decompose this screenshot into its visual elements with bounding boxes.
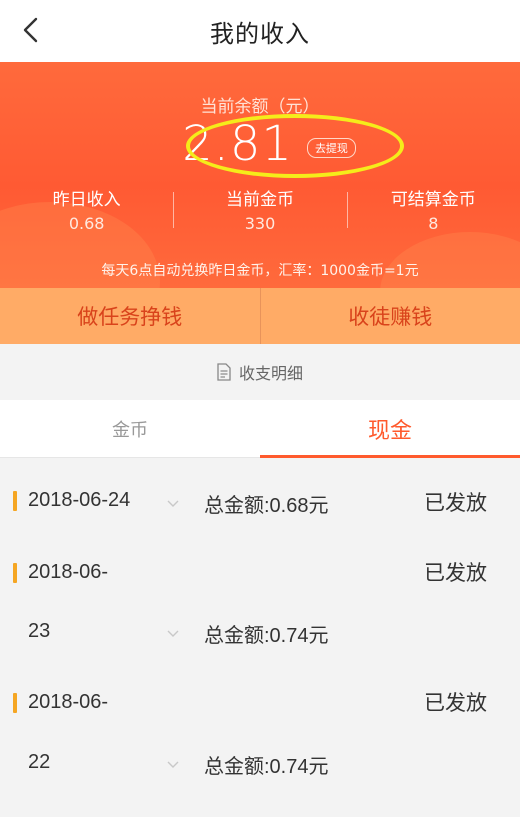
action-bar: 做任务挣钱 收徒赚钱: [0, 288, 520, 344]
top-nav-bar: 我的收入: [0, 0, 520, 62]
record-status: 已发放: [424, 491, 487, 515]
page-title: 我的收入: [210, 19, 310, 48]
tab-cash[interactable]: 现金: [260, 400, 520, 458]
document-icon: [217, 363, 231, 381]
row-marker: [13, 491, 17, 511]
chevron-left-icon: [23, 17, 38, 43]
stat-current-coins: 当前金币 330: [173, 178, 346, 240]
record-date-continued: 23: [28, 620, 51, 642]
records-list: 2018-06-24 总金额:0.68元 已发放 2018-06- 23 总金额…: [0, 459, 520, 817]
do-tasks-button[interactable]: 做任务挣钱: [0, 288, 260, 344]
stat-value: 0.68: [68, 214, 105, 233]
stat-value: 330: [244, 214, 276, 233]
chevron-down-icon[interactable]: [166, 758, 180, 772]
record-status: 已发放: [424, 691, 487, 715]
transaction-details-link[interactable]: 收支明细: [0, 344, 520, 400]
record-date-continued: 22: [28, 751, 51, 773]
list-item: 2018-06- 22 总金额:0.74元 已发放: [0, 677, 520, 809]
stat-label: 当前金币: [225, 190, 294, 210]
highlight-annotation: [186, 114, 404, 178]
tab-coins[interactable]: 金币: [0, 400, 260, 457]
stat-label: 可结算金币: [390, 190, 476, 210]
tab-label: 金币: [112, 419, 148, 441]
stats-row: 昨日收入 0.68 当前金币 330 可结算金币 8: [0, 178, 520, 240]
invite-apprentice-button[interactable]: 收徒赚钱: [259, 288, 520, 344]
tab-bar: 金币 现金: [0, 400, 520, 458]
row-marker: [13, 563, 17, 583]
record-date: 2018-06-24: [28, 489, 131, 511]
back-button[interactable]: [14, 14, 46, 46]
stat-settleable-coins: 可结算金币 8: [346, 178, 520, 240]
record-date: 2018-06-: [28, 561, 109, 583]
exchange-rate-note: 每天6点自动兑换昨日金币，汇率：1000金币=1元: [101, 263, 419, 279]
stat-label: 昨日收入: [52, 190, 121, 210]
stat-yesterday-income: 昨日收入 0.68: [0, 178, 173, 240]
record-status: 已发放: [424, 561, 487, 585]
income-banner: 当前余额（元） 2.81 去提现 昨日收入 0.68 当前金币 330 可结算金…: [0, 62, 520, 288]
row-marker: [13, 693, 17, 713]
record-date: 2018-06-: [28, 691, 109, 713]
stat-value: 8: [428, 214, 439, 233]
list-item: 2018-06- 23 总金额:0.74元 已发放: [0, 547, 520, 677]
record-amount: 总金额:0.68元: [204, 495, 329, 517]
list-item: 2018-06-24 总金额:0.68元 已发放: [0, 459, 520, 545]
chevron-down-icon[interactable]: [166, 627, 180, 641]
record-amount: 总金额:0.74元: [204, 756, 329, 778]
tab-label: 现金: [367, 418, 412, 444]
chevron-down-icon[interactable]: [166, 497, 180, 511]
record-amount: 总金额:0.74元: [204, 625, 329, 647]
details-label: 收支明细: [238, 364, 303, 383]
